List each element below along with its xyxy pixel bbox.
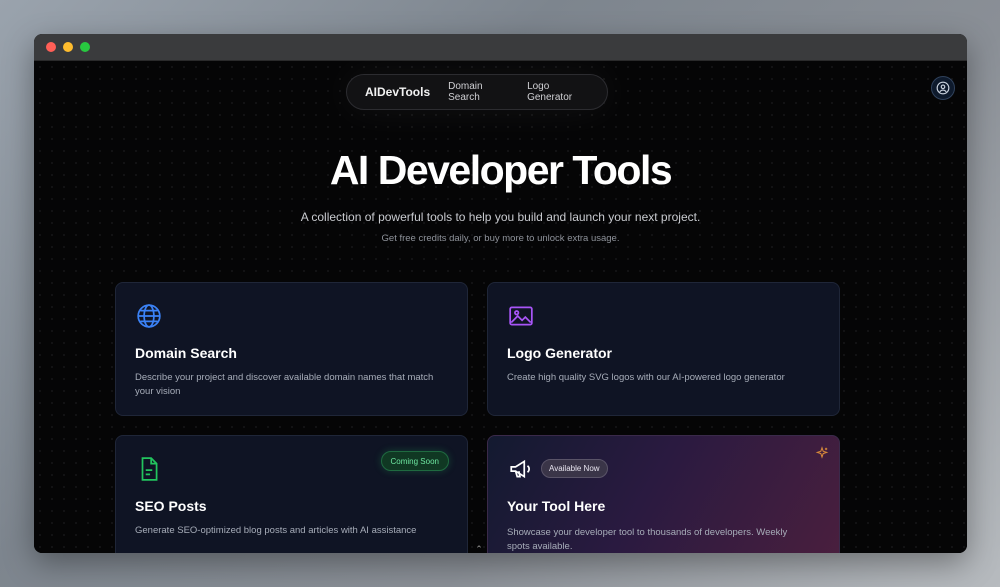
credits-note: Get free credits daily, or buy more to u… — [381, 233, 620, 244]
image-icon — [509, 306, 533, 326]
close-window-button[interactable] — [46, 42, 56, 52]
card-title: Domain Search — [135, 345, 237, 361]
minimize-window-button[interactable] — [63, 42, 73, 52]
globe-icon — [137, 304, 161, 328]
card-description: Describe your project and discover avail… — [135, 372, 434, 397]
window-titlebar — [34, 34, 967, 61]
tool-card-seo-posts[interactable]: Coming Soon SEO Posts Generate SEO-optim… — [115, 435, 468, 553]
tool-card-your-tool-here[interactable]: Available Now Your Tool Here Showcase yo… — [487, 435, 840, 553]
tool-card-domain-search[interactable]: Domain Search Describe your project and … — [115, 282, 468, 416]
sparkle-icon — [815, 446, 829, 459]
card-description: Showcase your developer tool to thousand… — [507, 527, 788, 552]
card-description: Create high quality SVG logos with our A… — [507, 372, 785, 383]
page-content: AIDevTools Domain Search Logo Generator … — [34, 61, 967, 553]
card-description: Generate SEO-optimized blog posts and ar… — [135, 525, 417, 536]
nav-brand[interactable]: AIDevTools — [365, 85, 430, 99]
page-subtitle: A collection of powerful tools to help y… — [300, 210, 701, 224]
maximize-window-button[interactable] — [80, 42, 90, 52]
available-now-badge: Available Now — [541, 459, 608, 478]
browser-window: AIDevTools Domain Search Logo Generator … — [34, 34, 967, 553]
scroll-indicator-icon: ⌃ — [475, 544, 483, 554]
nav-link-domain-search[interactable]: Domain Search — [448, 81, 509, 103]
coming-soon-badge: Coming Soon — [380, 451, 449, 471]
user-account-button[interactable] — [931, 76, 955, 100]
page-title: AI Developer Tools — [329, 147, 673, 193]
document-icon — [141, 457, 158, 481]
card-title: Logo Generator — [507, 345, 613, 361]
user-circle-icon — [936, 81, 950, 95]
card-title: Your Tool Here — [507, 498, 606, 514]
tool-card-logo-generator[interactable]: Logo Generator Create high quality SVG l… — [487, 282, 840, 416]
megaphone-icon — [510, 459, 530, 479]
card-title: SEO Posts — [135, 498, 207, 514]
nav-link-logo-generator[interactable]: Logo Generator — [527, 81, 589, 103]
top-nav: AIDevTools Domain Search Logo Generator — [346, 74, 608, 110]
